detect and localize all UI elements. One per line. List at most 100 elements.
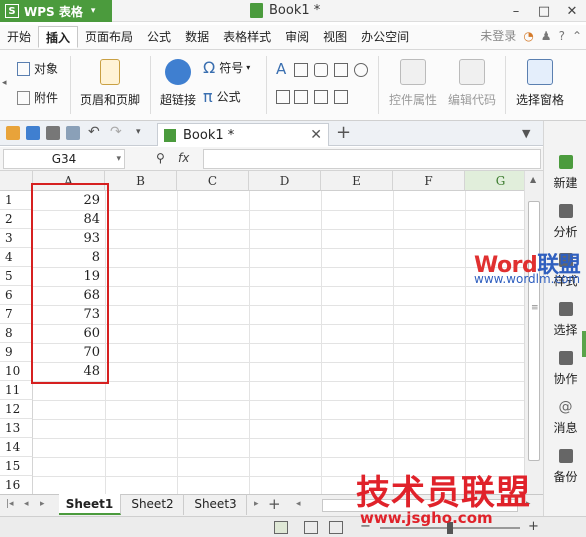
row-header[interactable]: 14: [0, 438, 33, 457]
redo-icon[interactable]: ↷: [110, 124, 122, 140]
row-header[interactable]: 10: [0, 362, 33, 381]
wordart-icon[interactable]: [294, 63, 308, 77]
tab-table-style[interactable]: 表格样式: [216, 26, 278, 48]
pane-expand-handle[interactable]: [582, 331, 586, 357]
row-header[interactable]: 11: [0, 381, 33, 400]
button-control-icon[interactable]: [314, 90, 328, 104]
attachment-button[interactable]: 附件: [17, 89, 58, 106]
document-tab[interactable]: Book1 * ✕: [157, 123, 329, 146]
row-header[interactable]: 15: [0, 457, 33, 476]
minimize-icon[interactable]: –: [502, 0, 530, 22]
row-header[interactable]: 5: [0, 267, 33, 286]
scrollbar-thumb[interactable]: [528, 201, 540, 461]
side-analyze-button[interactable]: 分析: [544, 204, 586, 240]
row-header[interactable]: 1: [0, 191, 33, 210]
tab-view[interactable]: 视图: [316, 26, 354, 48]
formula-button[interactable]: π 公式: [203, 87, 241, 106]
print-preview-icon[interactable]: [66, 126, 80, 140]
row-header[interactable]: 9: [0, 343, 33, 362]
side-new-button[interactable]: 新建: [544, 155, 586, 191]
scroll-left-icon[interactable]: ◂: [296, 499, 301, 509]
add-sheet-icon[interactable]: +: [268, 495, 281, 513]
row-header[interactable]: 8: [0, 324, 33, 343]
symbol-button[interactable]: Ω 符号 ▾: [203, 58, 250, 77]
edit-code-button[interactable]: 编辑代码: [443, 59, 501, 108]
row-header[interactable]: 13: [0, 419, 33, 438]
normal-view-icon[interactable]: [274, 521, 288, 534]
close-icon[interactable]: ✕: [558, 0, 586, 22]
rectangle-shape-icon[interactable]: [314, 63, 328, 77]
tab-formulas[interactable]: 公式: [140, 26, 178, 48]
spreadsheet-grid[interactable]: A B C D E F G 1 2 3 4 5 6 7 8 9 10 11 12…: [0, 171, 524, 494]
row-header[interactable]: 4: [0, 248, 33, 267]
quick-access-dropdown-icon[interactable]: ▾: [136, 127, 141, 137]
tab-review[interactable]: 审阅: [278, 26, 316, 48]
spin-control-icon[interactable]: [334, 90, 348, 104]
help-icon[interactable]: ?: [559, 29, 565, 43]
zoom-search-icon[interactable]: ⚲: [156, 151, 165, 165]
collapse-ribbon-icon[interactable]: ⌃: [572, 29, 582, 43]
vertical-scrollbar[interactable]: ▲ ≡: [524, 171, 543, 494]
sheet-tab-sheet3[interactable]: Sheet3: [185, 494, 247, 515]
tab-page-layout[interactable]: 页面布局: [78, 26, 140, 48]
row-header[interactable]: 3: [0, 229, 33, 248]
column-header-e[interactable]: E: [321, 171, 393, 191]
shirt-icon[interactable]: ♟: [541, 29, 552, 43]
name-box[interactable]: G34 ▾: [3, 149, 125, 169]
maximize-icon[interactable]: □: [530, 0, 558, 22]
page-layout-view-icon[interactable]: [304, 521, 318, 534]
open-folder-icon[interactable]: [6, 126, 20, 140]
side-message-button[interactable]: @ 消息: [544, 400, 586, 436]
row-header[interactable]: 6: [0, 286, 33, 305]
column-header-d[interactable]: D: [249, 171, 321, 191]
row-header[interactable]: 12: [0, 400, 33, 419]
formula-input[interactable]: [203, 149, 541, 169]
tab-list-icon[interactable]: ▼: [522, 127, 530, 140]
checkbox-icon[interactable]: [334, 63, 348, 77]
list-box-icon[interactable]: [276, 90, 290, 104]
combo-box-icon[interactable]: [294, 90, 308, 104]
radio-icon[interactable]: [354, 63, 368, 77]
prev-sheet-icon[interactable]: ◂: [24, 499, 29, 509]
textbox-icon[interactable]: A: [276, 60, 286, 78]
hyperlink-button[interactable]: 超链接: [157, 59, 199, 108]
row-header[interactable]: 16: [0, 476, 33, 494]
ribbon-scroll-left-icon[interactable]: ◂: [2, 78, 7, 88]
object-button[interactable]: 对象: [17, 60, 58, 77]
account-area: 未登录 ◔ ♟ ? ⌃: [480, 27, 582, 44]
zoom-in-icon[interactable]: +: [528, 519, 539, 534]
select-all-corner[interactable]: [0, 171, 33, 191]
column-header-b[interactable]: B: [105, 171, 177, 191]
save-icon[interactable]: [26, 126, 40, 140]
tab-insert[interactable]: 插入: [38, 26, 79, 48]
row-header[interactable]: 2: [0, 210, 33, 229]
tab-home[interactable]: 开始: [0, 26, 38, 48]
new-tab-icon[interactable]: +: [336, 122, 351, 143]
sheet-list-icon[interactable]: ▸: [254, 499, 259, 509]
fx-icon[interactable]: fx: [178, 151, 189, 165]
login-link[interactable]: 未登录: [480, 27, 516, 44]
header-footer-button[interactable]: 页眉和页脚: [78, 59, 142, 108]
side-backup-button[interactable]: 备份: [544, 449, 586, 485]
side-select-button[interactable]: 选择: [544, 302, 586, 338]
column-header-f[interactable]: F: [393, 171, 465, 191]
next-sheet-icon[interactable]: ▸: [40, 499, 45, 509]
column-header-g[interactable]: G: [465, 171, 524, 191]
side-collab-button[interactable]: 协作: [544, 351, 586, 387]
scroll-up-icon[interactable]: ▲: [530, 175, 536, 184]
page-break-view-icon[interactable]: [329, 521, 343, 534]
close-tab-icon[interactable]: ✕: [310, 127, 322, 143]
selection-pane-button[interactable]: 选择窗格: [511, 59, 569, 108]
undo-icon[interactable]: ↶: [88, 124, 100, 140]
print-icon[interactable]: [46, 126, 60, 140]
sheet-tab-sheet2[interactable]: Sheet2: [122, 494, 184, 515]
row-header[interactable]: 7: [0, 305, 33, 324]
first-sheet-icon[interactable]: |◂: [6, 499, 14, 509]
tab-office-space[interactable]: 办公空间: [354, 26, 416, 48]
control-properties-button[interactable]: 控件属性: [384, 59, 442, 108]
app-menu-button[interactable]: S WPS 表格 ▾: [0, 0, 112, 22]
column-header-c[interactable]: C: [177, 171, 249, 191]
tab-data[interactable]: 数据: [178, 26, 216, 48]
skin-icon[interactable]: ◔: [523, 29, 533, 43]
sheet-tab-sheet1[interactable]: Sheet1: [59, 494, 121, 515]
